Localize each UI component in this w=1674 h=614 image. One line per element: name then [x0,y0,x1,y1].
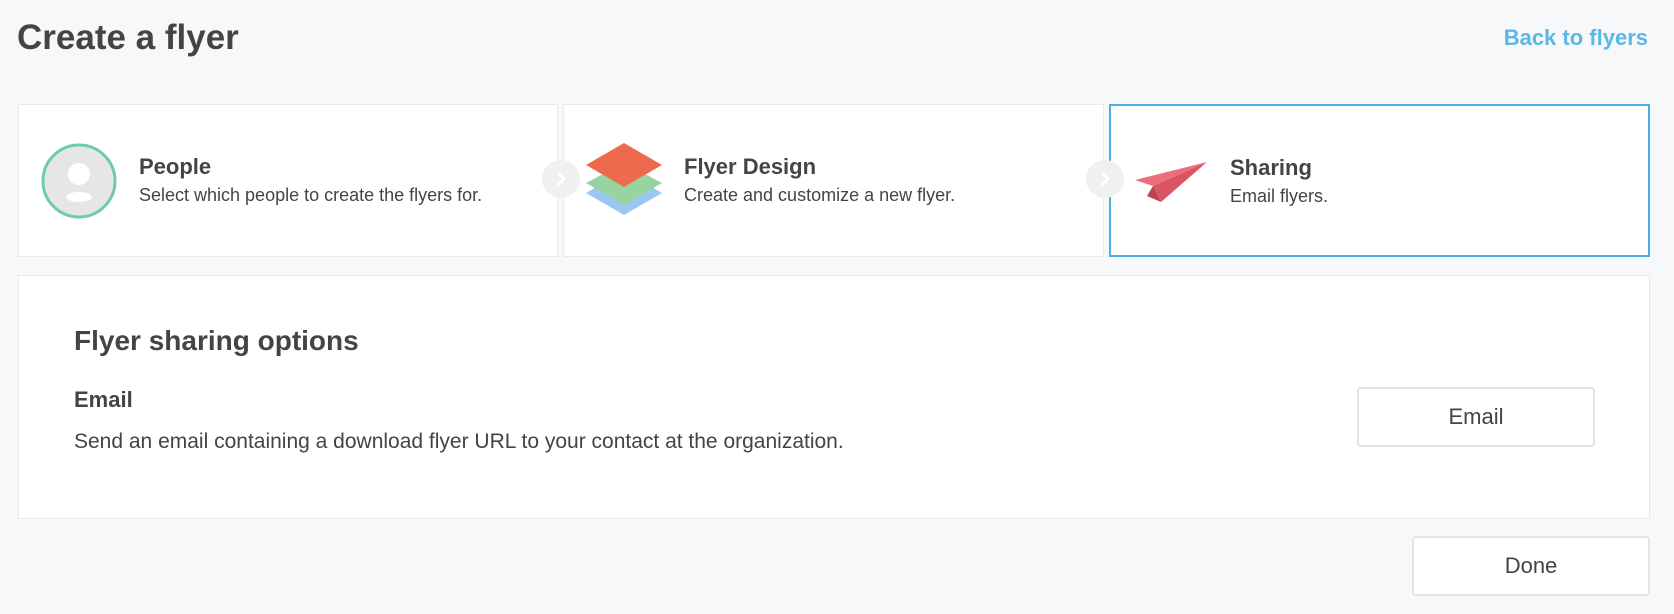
person-avatar-icon [41,143,117,219]
step-title: People [139,154,212,179]
step-description: Create and customize a new flyer. [684,185,956,205]
layers-icon [586,143,662,219]
step-description: Select which people to create the flyers… [139,185,483,205]
back-to-flyers-link[interactable]: Back to flyers [1504,24,1648,52]
step-people[interactable]: People Select which people to create the… [18,104,558,257]
panel-title: Flyer sharing options [74,325,359,356]
step-description: Email flyers. [1230,186,1329,206]
step-title: Sharing [1230,155,1312,180]
chevron-right-icon [542,160,580,198]
step-flyer-design[interactable]: Flyer Design Create and customize a new … [563,104,1104,257]
email-option-label: Email [74,387,133,412]
step-sharing[interactable]: Sharing Email flyers. [1109,104,1650,257]
chevron-right-icon [1086,160,1124,198]
email-option-description: Send an email containing a download flye… [74,430,844,453]
email-button[interactable]: Email [1357,387,1595,447]
page-title: Create a flyer [17,18,239,57]
paper-plane-icon [1133,144,1209,220]
step-title: Flyer Design [684,154,817,179]
sharing-options-panel: Flyer sharing options Email Send an emai… [18,275,1650,519]
create-flyer-page: Create a flyer Back to flyers People Sel… [0,0,1674,614]
wizard-steps: People Select which people to create the… [18,104,1650,257]
done-button[interactable]: Done [1412,536,1650,596]
